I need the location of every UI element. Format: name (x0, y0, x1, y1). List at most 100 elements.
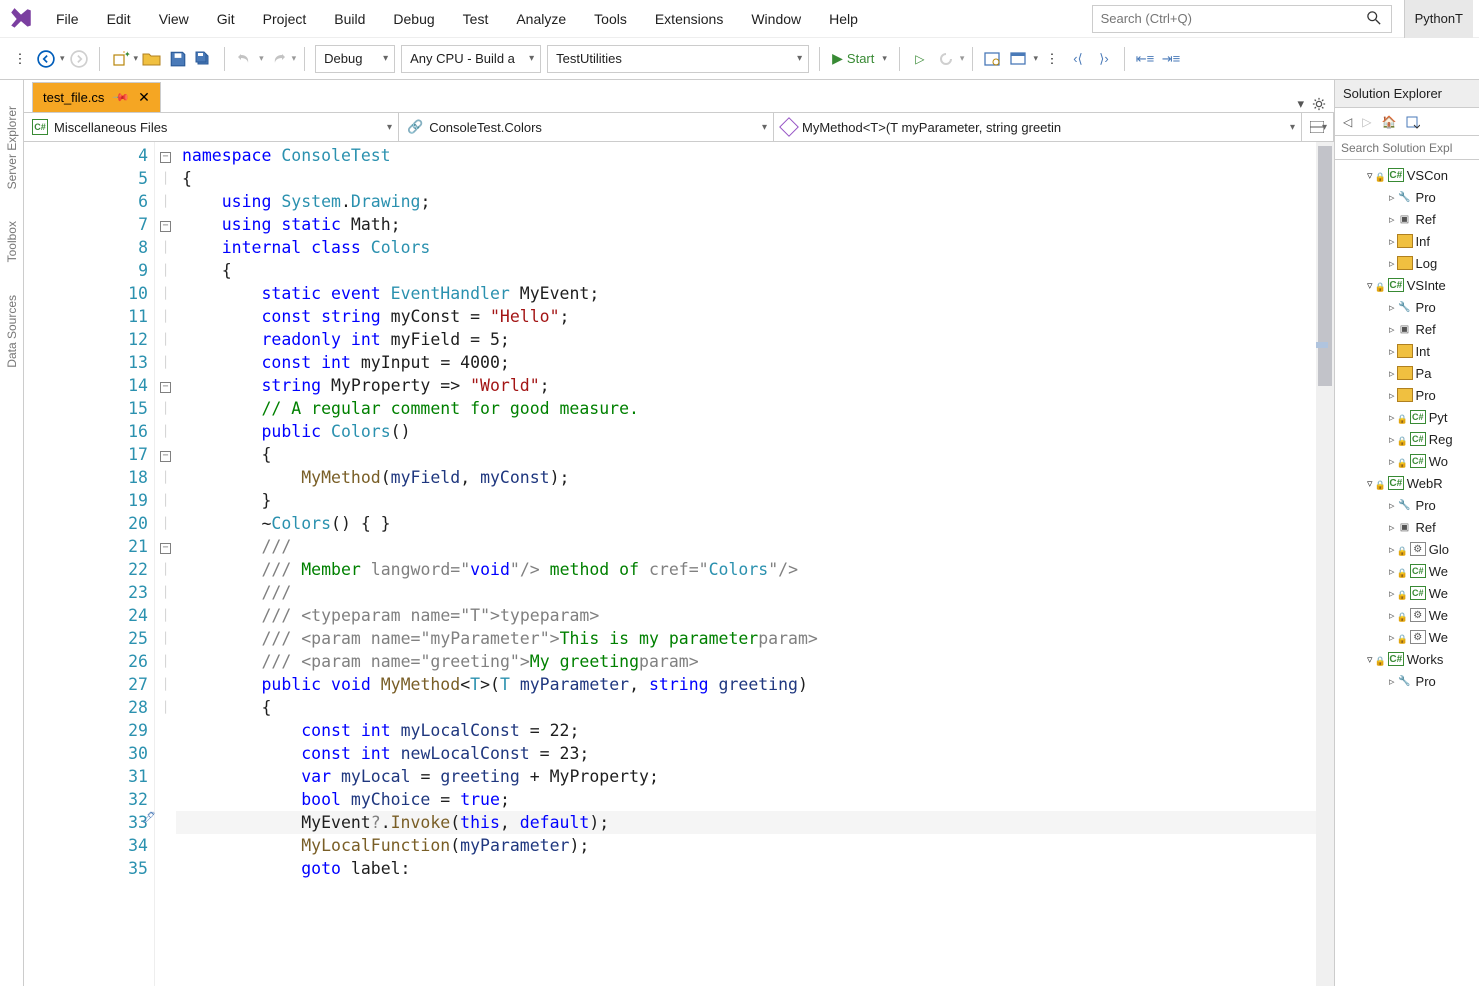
tree-item[interactable]: ▣Ref (1337, 318, 1477, 340)
menu-edit[interactable]: Edit (93, 1, 145, 37)
refresh-button[interactable] (934, 47, 958, 71)
code-line[interactable]: MyLocalFunction(myParameter); (176, 834, 1316, 857)
menu-view[interactable]: View (145, 1, 203, 37)
code-line[interactable]: /// (176, 535, 1316, 558)
code-line[interactable]: { (176, 259, 1316, 282)
platform-select[interactable]: Any CPU - Build a (401, 45, 541, 73)
global-search[interactable] (1092, 5, 1392, 33)
menu-extensions[interactable]: Extensions (641, 1, 737, 37)
code-line[interactable]: var myLocal = greeting + MyProperty; (176, 765, 1316, 788)
solution-tree[interactable]: C#VSCon🔧Pro▣RefInfLogC#VSInte🔧Pro▣RefInt… (1335, 160, 1479, 986)
tree-project[interactable]: C#Works (1337, 648, 1477, 670)
start-without-debug-button[interactable]: ▷ (908, 47, 932, 71)
forward-icon[interactable]: ▷ (1362, 115, 1371, 129)
code-line[interactable]: goto label: (176, 857, 1316, 880)
menu-build[interactable]: Build (320, 1, 379, 37)
back-button[interactable] (34, 47, 58, 71)
indent-icon[interactable]: ⇥≡ (1159, 47, 1183, 71)
code-line[interactable]: const int myLocalConst = 22; (176, 719, 1316, 742)
menu-file[interactable]: File (42, 1, 93, 37)
se-search-input[interactable] (1335, 136, 1479, 159)
config-select[interactable]: Debug (315, 45, 395, 73)
code-line[interactable]: { (176, 443, 1316, 466)
tree-item[interactable]: Log (1337, 252, 1477, 274)
tree-item[interactable]: Inf (1337, 230, 1477, 252)
menu-help[interactable]: Help (815, 1, 872, 37)
code-line[interactable]: MyEvent?.Invoke(this, default); (176, 811, 1316, 834)
menu-project[interactable]: Project (249, 1, 321, 37)
startup-project-select[interactable]: TestUtilities (547, 45, 809, 73)
code-line[interactable]: const int newLocalConst = 23; (176, 742, 1316, 765)
outdent-icon[interactable]: ⇤≡ (1133, 47, 1157, 71)
save-button[interactable] (166, 47, 190, 71)
data-sources-tab[interactable]: Data Sources (3, 289, 21, 374)
tree-project[interactable]: C#WebR (1337, 472, 1477, 494)
code-line[interactable]: using System.Drawing; (176, 190, 1316, 213)
toolbox-tab[interactable]: Toolbox (3, 215, 21, 268)
corner-tool-label[interactable]: PythonT (1404, 0, 1473, 38)
window-icon[interactable] (1007, 47, 1031, 71)
menu-debug[interactable]: Debug (379, 1, 448, 37)
code-line[interactable]: public Colors() (176, 420, 1316, 443)
code-line[interactable]: using static Math; (176, 213, 1316, 236)
tree-item[interactable]: 🔧Pro (1337, 186, 1477, 208)
redo-button[interactable] (266, 47, 290, 71)
tree-item[interactable]: C#Reg (1337, 428, 1477, 450)
open-folder-button[interactable] (140, 47, 164, 71)
code-line[interactable]: const string myConst = "Hello"; (176, 305, 1316, 328)
format-right-icon[interactable]: ⟩› (1092, 47, 1116, 71)
tree-item[interactable]: Pa (1337, 362, 1477, 384)
sync-icon[interactable] (1406, 115, 1420, 129)
undo-button[interactable] (233, 47, 257, 71)
code-line[interactable]: { (176, 167, 1316, 190)
tree-item[interactable]: ▣Ref (1337, 516, 1477, 538)
code-line[interactable]: const int myInput = 4000; (176, 351, 1316, 374)
tree-item[interactable]: 🔧Pro (1337, 296, 1477, 318)
menu-test[interactable]: Test (449, 1, 503, 37)
code-line[interactable]: string MyProperty => "World"; (176, 374, 1316, 397)
tree-item[interactable]: 🔧Pro (1337, 670, 1477, 692)
code-line[interactable]: } (176, 489, 1316, 512)
code-content[interactable]: namespace ConsoleTest{ using System.Draw… (176, 142, 1316, 986)
code-line[interactable]: // A regular comment for good measure. (176, 397, 1316, 420)
code-line[interactable]: /// <param name="greeting">My greetingpa… (176, 650, 1316, 673)
menu-tools[interactable]: Tools (580, 1, 641, 37)
tab-overflow-icon[interactable]: ▾ (1297, 96, 1304, 112)
tree-item[interactable]: Pro (1337, 384, 1477, 406)
scrollbar-thumb[interactable] (1318, 146, 1332, 386)
nav-split[interactable] (1302, 113, 1334, 141)
se-search[interactable] (1335, 136, 1479, 160)
code-line[interactable]: public void MyMethod<T>(T myParameter, s… (176, 673, 1316, 696)
tree-project[interactable]: C#VSCon (1337, 164, 1477, 186)
tree-project[interactable]: C#VSInte (1337, 274, 1477, 296)
code-line[interactable]: MyMethod(myField, myConst); (176, 466, 1316, 489)
file-tab-active[interactable]: test_file.cs 📌 ✕ (32, 82, 161, 112)
back-icon[interactable]: ◁ (1343, 115, 1352, 129)
code-line[interactable]: readonly int myField = 5; (176, 328, 1316, 351)
nav-class[interactable]: 🔗 ConsoleTest.Colors (399, 113, 774, 141)
code-line[interactable]: { (176, 696, 1316, 719)
nav-project[interactable]: C# Miscellaneous Files (24, 113, 399, 141)
save-all-button[interactable] (192, 47, 216, 71)
code-line[interactable]: /// <param name="myParameter">This is my… (176, 627, 1316, 650)
tree-item[interactable]: ⚙We (1337, 604, 1477, 626)
tree-item[interactable]: C#We (1337, 560, 1477, 582)
code-line[interactable]: ~Colors() { } (176, 512, 1316, 535)
pin-icon[interactable]: 📌 (112, 88, 131, 107)
code-line[interactable]: /// Member langword="void"/> method of c… (176, 558, 1316, 581)
tree-item[interactable]: 🔧Pro (1337, 494, 1477, 516)
tree-item[interactable]: ⚙Glo (1337, 538, 1477, 560)
code-line[interactable]: bool myChoice = true; (176, 788, 1316, 811)
server-explorer-tab[interactable]: Server Explorer (3, 100, 21, 195)
code-line[interactable]: /// <typeparam name="T">typeparam> (176, 604, 1316, 627)
close-icon[interactable]: ✕ (138, 89, 150, 106)
tree-item[interactable]: ▣Ref (1337, 208, 1477, 230)
start-debug-button[interactable]: ▶ Start ▾ (828, 50, 891, 67)
global-search-input[interactable] (1101, 11, 1367, 26)
tree-item[interactable]: Int (1337, 340, 1477, 362)
browse-icon[interactable] (981, 47, 1005, 71)
gear-icon[interactable] (1312, 97, 1326, 111)
menu-window[interactable]: Window (737, 1, 815, 37)
tree-item[interactable]: C#We (1337, 582, 1477, 604)
tree-item[interactable]: ⚙We (1337, 626, 1477, 648)
